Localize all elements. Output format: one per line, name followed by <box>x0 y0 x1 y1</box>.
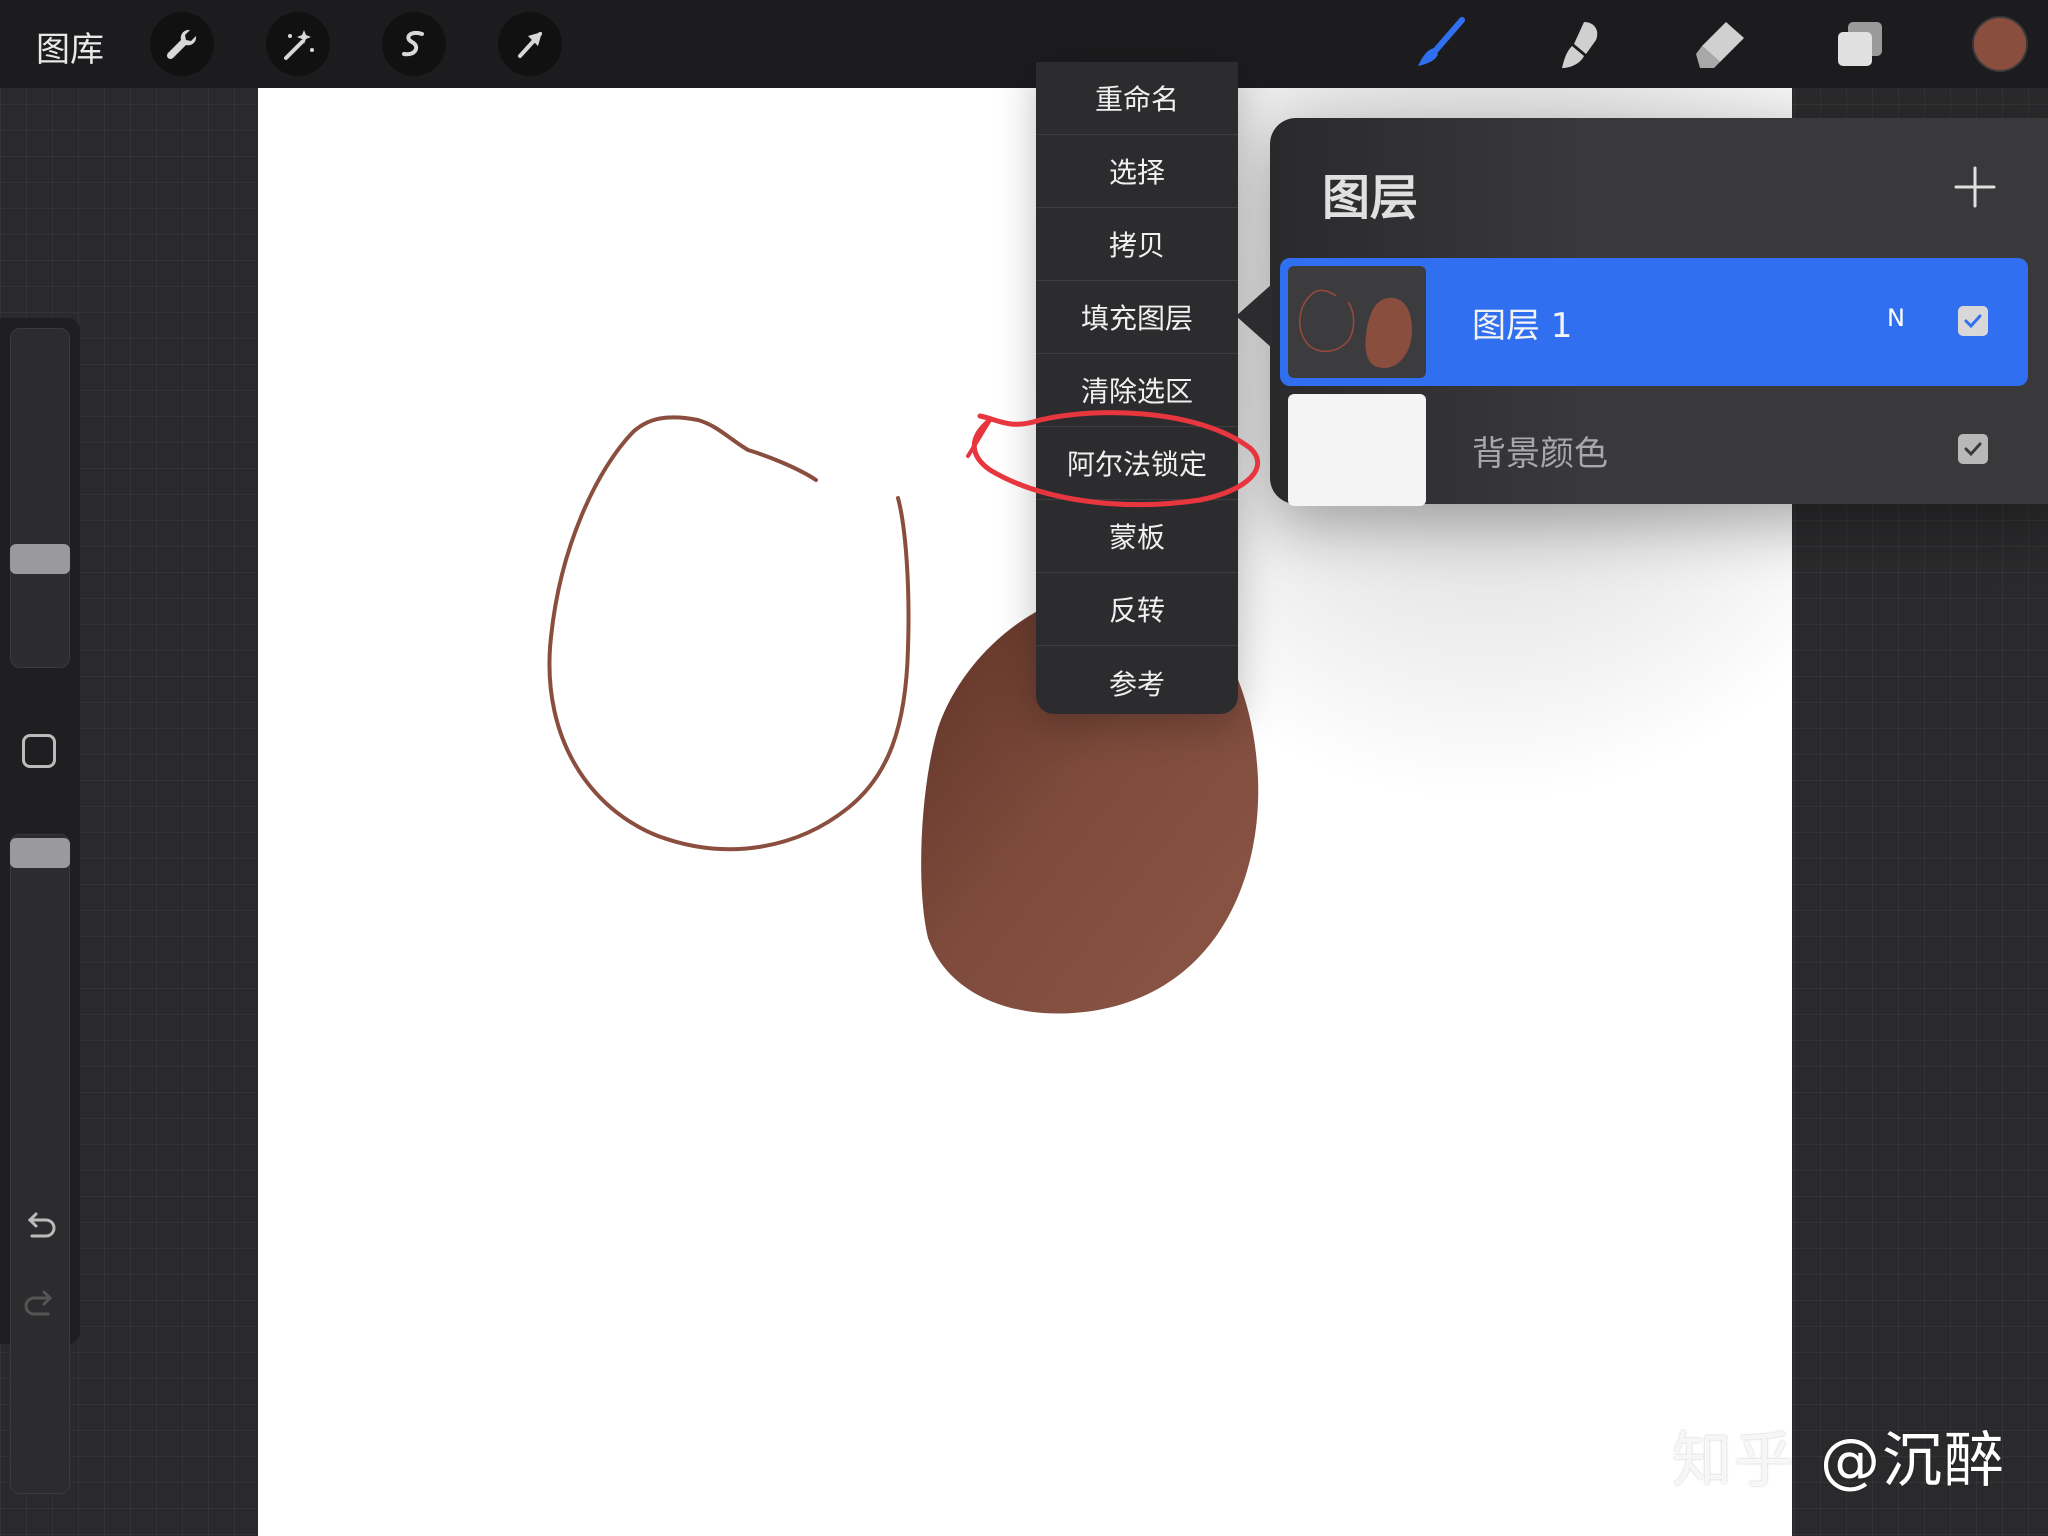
layer-name: 图层 1 <box>1472 306 1573 346</box>
smudge-icon[interactable] <box>1548 12 1612 76</box>
redo-icon[interactable] <box>20 1284 60 1328</box>
layers-icon[interactable] <box>1828 12 1892 76</box>
top-toolbar: 图库 <box>0 0 2048 88</box>
watermark-handle: @沉醉 <box>1820 1426 2006 1496</box>
square-modify-icon[interactable] <box>22 734 56 768</box>
menu-item-reference[interactable]: 参考 <box>1036 646 1238 719</box>
brush-icon[interactable] <box>1408 12 1472 76</box>
menu-item-fill-layer[interactable]: 填充图层 <box>1036 281 1238 354</box>
menu-item-clear-selection[interactable]: 清除选区 <box>1036 354 1238 427</box>
selection-s-icon[interactable] <box>382 12 446 76</box>
circle-outline-stroke <box>547 415 911 852</box>
menu-pointer-arrow <box>1236 284 1272 348</box>
brush-size-thumb[interactable] <box>10 544 70 574</box>
opacity-thumb[interactable] <box>10 838 70 868</box>
magic-wand-icon[interactable] <box>266 12 330 76</box>
menu-item-select[interactable]: 选择 <box>1036 135 1238 208</box>
layer-row-background-color[interactable]: 背景颜色 <box>1280 386 2028 514</box>
brush-size-slider[interactable] <box>10 328 70 668</box>
visibility-checkbox[interactable] <box>1958 434 1988 464</box>
opacity-slider[interactable] <box>10 834 70 1494</box>
gallery-link[interactable]: 图库 <box>36 22 104 71</box>
checkmark-icon <box>1964 442 1982 457</box>
watermark-brand: 知乎 <box>1672 1426 1796 1496</box>
menu-item-invert[interactable]: 反转 <box>1036 573 1238 646</box>
layers-panel: 图层 图层 1 N 背景颜色 <box>1270 118 2048 506</box>
background-thumbnail <box>1288 394 1426 506</box>
visibility-checkbox[interactable] <box>1958 306 1988 336</box>
menu-item-alpha-lock[interactable]: 阿尔法锁定 <box>1036 427 1238 500</box>
layer-row-layer-1[interactable]: 图层 1 N <box>1280 258 2028 386</box>
wrench-icon[interactable] <box>150 12 214 76</box>
left-sidebar <box>0 318 80 1494</box>
eraser-icon[interactable] <box>1688 12 1752 76</box>
watermark: 知乎 @沉醉 <box>1672 1412 2006 1499</box>
layer-name: 背景颜色 <box>1472 434 1608 474</box>
plus-icon[interactable] <box>1946 158 2004 216</box>
menu-item-mask[interactable]: 蒙板 <box>1036 500 1238 573</box>
layers-panel-title: 图层 <box>1322 170 1419 226</box>
checkmark-icon <box>1964 314 1982 329</box>
layer-context-menu: 重命名 选择 拷贝 填充图层 清除选区 阿尔法锁定 蒙板 反转 参考 <box>1036 62 1238 714</box>
layer-thumbnail <box>1288 266 1426 378</box>
undo-icon[interactable] <box>20 1206 60 1250</box>
menu-item-rename[interactable]: 重命名 <box>1036 62 1238 135</box>
color-swatch[interactable] <box>1972 16 2028 72</box>
blend-mode-button[interactable]: N <box>1887 304 1905 332</box>
arrow-transform-icon[interactable] <box>498 12 562 76</box>
menu-item-copy[interactable]: 拷贝 <box>1036 208 1238 281</box>
